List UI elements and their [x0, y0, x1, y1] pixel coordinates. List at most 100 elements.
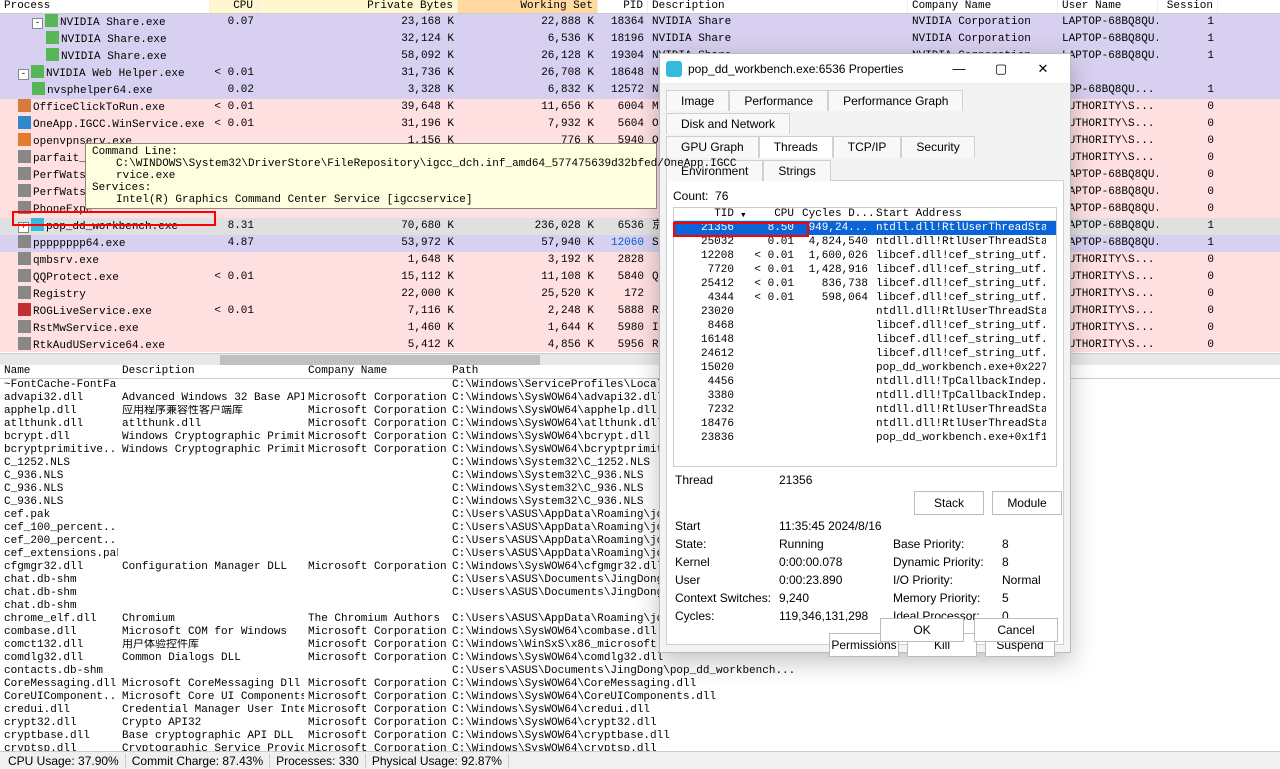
thread-row[interactable]: 7720< 0.011,428,916libcef.dll!cef_string…	[674, 263, 1056, 277]
tab-gpu-graph[interactable]: GPU Graph	[666, 136, 759, 158]
process-row[interactable]: QQProtect.exe< 0.0115,112 K11,108 K5840Q…	[0, 269, 1280, 286]
tab-disk-and-network[interactable]: Disk and Network	[666, 113, 790, 134]
process-row[interactable]: -NVIDIA Share.exe0.0723,168 K22,888 K183…	[0, 14, 1280, 31]
dll-row[interactable]: chrome_elf.dllChromiumThe Chromium Autho…	[0, 613, 1280, 626]
dll-row[interactable]: comct132.dll用户体验控件库Microsoft Corporation…	[0, 639, 1280, 652]
thread-row[interactable]: 213568.50949,24...ntdll.dll!RtlUserThrea…	[674, 221, 1056, 235]
dll-pane: Name Description Company Name Path ~Font…	[0, 365, 1280, 757]
col-working-set[interactable]: Working Set	[458, 0, 598, 13]
dll-row[interactable]: chat.db-shm	[0, 600, 1280, 613]
dll-row[interactable]: cfgmgr32.dllConfiguration Manager DLLMic…	[0, 561, 1280, 574]
col-process[interactable]: Process	[0, 0, 210, 13]
process-row[interactable]: OneApp.IGCC.WinService.exe< 0.0131,196 K…	[0, 116, 1280, 133]
tab-tcp/ip[interactable]: TCP/IP	[833, 136, 902, 158]
status-commit: Commit Charge: 87.43%	[128, 754, 270, 768]
tab-security[interactable]: Security	[901, 136, 974, 158]
thread-row[interactable]: 24612libcef.dll!cef_string_utf...	[674, 347, 1056, 361]
process-row[interactable]: RstMwService.exe1,460 K1,644 K5980InteAU…	[0, 320, 1280, 337]
thread-row[interactable]: 3380ntdll.dll!TpCallbackIndep...	[674, 389, 1056, 403]
dll-row[interactable]: ~FontCache-FontFa...C:\Windows\ServicePr…	[0, 379, 1280, 392]
col-description[interactable]: Description	[648, 0, 908, 13]
th-col-tid[interactable]: TID	[674, 208, 738, 220]
dll-row[interactable]: bcrypt.dllWindows Cryptographic Primit..…	[0, 431, 1280, 444]
col-session[interactable]: Session	[1158, 0, 1218, 13]
module-button[interactable]: Module	[992, 491, 1062, 515]
stack-button[interactable]: Stack	[914, 491, 984, 515]
tree-toggle[interactable]: -	[32, 18, 43, 29]
dll-row[interactable]: combase.dllMicrosoft COM for WindowsMicr…	[0, 626, 1280, 639]
col-cpu[interactable]: CPU	[210, 0, 258, 13]
thread-row[interactable]: 25412< 0.01836,738libcef.dll!cef_string_…	[674, 277, 1056, 291]
dll-col-name[interactable]: Name	[0, 365, 118, 378]
thread-row[interactable]: 15020pop_dd_workbench.exe+0x22714	[674, 361, 1056, 375]
dll-row[interactable]: cef_200_percent...C:\Users\ASUS\AppData\…	[0, 535, 1280, 548]
thread-row[interactable]: 12208< 0.011,600,026libcef.dll!cef_strin…	[674, 249, 1056, 263]
thread-row[interactable]: 18476ntdll.dll!RtlUserThreadStart	[674, 417, 1056, 431]
maximize-button[interactable]: ▢	[980, 55, 1022, 83]
dll-row[interactable]: cef_100_percent...C:\Users\ASUS\AppData\…	[0, 522, 1280, 535]
thread-list[interactable]: 213568.50949,24...ntdll.dll!RtlUserThrea…	[674, 221, 1056, 464]
thread-row[interactable]: 8468libcef.dll!cef_string_utf...	[674, 319, 1056, 333]
process-row[interactable]: RtkAudUService64.exe5,412 K4,856 K5956Re…	[0, 337, 1280, 352]
tab-performance[interactable]: Performance	[729, 90, 828, 111]
tab-performance-graph[interactable]: Performance Graph	[828, 90, 963, 111]
process-row[interactable]: +pop_dd_workbench.exe8.3170,680 K236,028…	[0, 218, 1280, 235]
process-row[interactable]: ROGLiveService.exe< 0.017,116 K2,248 K58…	[0, 303, 1280, 320]
dll-row[interactable]: cef.pakC:\Users\ASUS\AppData\Roaming\jd\…	[0, 509, 1280, 522]
dll-row[interactable]: cef_extensions.pakC:\Users\ASUS\AppData\…	[0, 548, 1280, 561]
th-col-start-address[interactable]: Start Address	[872, 208, 1046, 220]
thread-row[interactable]: 23020ntdll.dll!RtlUserThreadStart	[674, 305, 1056, 319]
dll-col-desc[interactable]: Description	[118, 365, 304, 378]
dll-row[interactable]: CoreMessaging.dllMicrosoft CoreMessaging…	[0, 678, 1280, 691]
col-private-bytes[interactable]: Private Bytes	[258, 0, 458, 13]
process-row[interactable]: -NVIDIA Web Helper.exe< 0.0131,736 K26,7…	[0, 65, 1280, 82]
process-row[interactable]: NVIDIA Share.exe32,124 K6,536 K18196NVID…	[0, 31, 1280, 48]
col-user[interactable]: User Name	[1058, 0, 1158, 13]
dll-row[interactable]: C_1252.NLSC:\Windows\System32\C_1252.NLS	[0, 457, 1280, 470]
thread-row[interactable]: 4456ntdll.dll!TpCallbackIndep...	[674, 375, 1056, 389]
dll-row[interactable]: atlthunk.dllatlthunk.dllMicrosoft Corpor…	[0, 418, 1280, 431]
dll-row[interactable]: C_936.NLSC:\Windows\System32\C_936.NLS	[0, 496, 1280, 509]
process-row[interactable]: pppppppp64.exe4.8753,972 K57,940 K12060S…	[0, 235, 1280, 252]
dll-row[interactable]: comdlg32.dllCommon Dialogs DLLMicrosoft …	[0, 652, 1280, 665]
process-row[interactable]: qmbsrv.exe1,648 K3,192 K2828AUTHORITY\S.…	[0, 252, 1280, 269]
tree-toggle[interactable]: -	[18, 69, 29, 80]
ok-button[interactable]: OK	[880, 618, 964, 642]
dll-list[interactable]: ~FontCache-FontFa...C:\Windows\ServicePr…	[0, 379, 1280, 757]
process-row[interactable]: nvsphelper64.exe0.023,328 K6,832 K12572N…	[0, 82, 1280, 99]
th-col-cycles[interactable]: Cycles D...	[798, 208, 872, 220]
dll-col-company[interactable]: Company Name	[304, 365, 448, 378]
tab-threads[interactable]: Threads	[759, 136, 833, 158]
dll-row[interactable]: chat.db-shmC:\Users\ASUS\Documents\JingD…	[0, 574, 1280, 587]
thread-row[interactable]: 23836pop_dd_workbench.exe+0x1f10	[674, 431, 1056, 445]
process-row[interactable]: NVIDIA Share.exe58,092 K26,128 K19304NVI…	[0, 48, 1280, 65]
process-row[interactable]: OfficeClickToRun.exe< 0.0139,648 K11,656…	[0, 99, 1280, 116]
thread-row[interactable]: 7232ntdll.dll!RtlUserThreadStart	[674, 403, 1056, 417]
dll-row[interactable]: contacts.db-shmC:\Users\ASUS\Documents\J…	[0, 665, 1280, 678]
thread-row[interactable]: 250320.014,824,540ntdll.dll!RtlUserThrea…	[674, 235, 1056, 249]
tree-toggle[interactable]: +	[18, 222, 29, 233]
dialog-titlebar[interactable]: pop_dd_workbench.exe:6536 Properties — ▢…	[660, 54, 1070, 84]
tab-image[interactable]: Image	[666, 90, 729, 111]
dll-row[interactable]: advapi32.dllAdvanced Windows 32 Base API…	[0, 392, 1280, 405]
horizontal-scrollbar[interactable]	[0, 353, 1280, 365]
dll-row[interactable]: crypt32.dllCrypto API32Microsoft Corpora…	[0, 717, 1280, 730]
thread-row[interactable]: 16148libcef.dll!cef_string_utf...	[674, 333, 1056, 347]
dll-row[interactable]: apphelp.dll应用程序兼容性客户端库Microsoft Corporat…	[0, 405, 1280, 418]
dll-row[interactable]: cryptbase.dllBase cryptographic API DLLM…	[0, 730, 1280, 743]
col-pid[interactable]: PID	[598, 0, 648, 13]
dll-row[interactable]: chat.db-shmC:\Users\ASUS\Documents\JingD…	[0, 587, 1280, 600]
cancel-button[interactable]: Cancel	[974, 618, 1058, 642]
thread-row[interactable]: 4344< 0.01598,064libcef.dll!cef_string_u…	[674, 291, 1056, 305]
close-button[interactable]: ✕	[1022, 55, 1064, 83]
process-row[interactable]: Registry22,000 K25,520 K172AUTHORITY\S..…	[0, 286, 1280, 303]
dll-row[interactable]: bcryptprimitive...Windows Cryptographic …	[0, 444, 1280, 457]
col-company[interactable]: Company Name	[908, 0, 1058, 13]
dll-row[interactable]: C_936.NLSC:\Windows\System32\C_936.NLS	[0, 470, 1280, 483]
dll-row[interactable]: CoreUIComponent...Microsoft Core UI Comp…	[0, 691, 1280, 704]
dll-row[interactable]: C_936.NLSC:\Windows\System32\C_936.NLS	[0, 483, 1280, 496]
minimize-button[interactable]: —	[938, 55, 980, 83]
dll-row[interactable]: credui.dllCredential Manager User Inte..…	[0, 704, 1280, 717]
th-col-cpu[interactable]: ▾CPU	[738, 208, 798, 220]
tab-strings[interactable]: Strings	[763, 160, 830, 181]
